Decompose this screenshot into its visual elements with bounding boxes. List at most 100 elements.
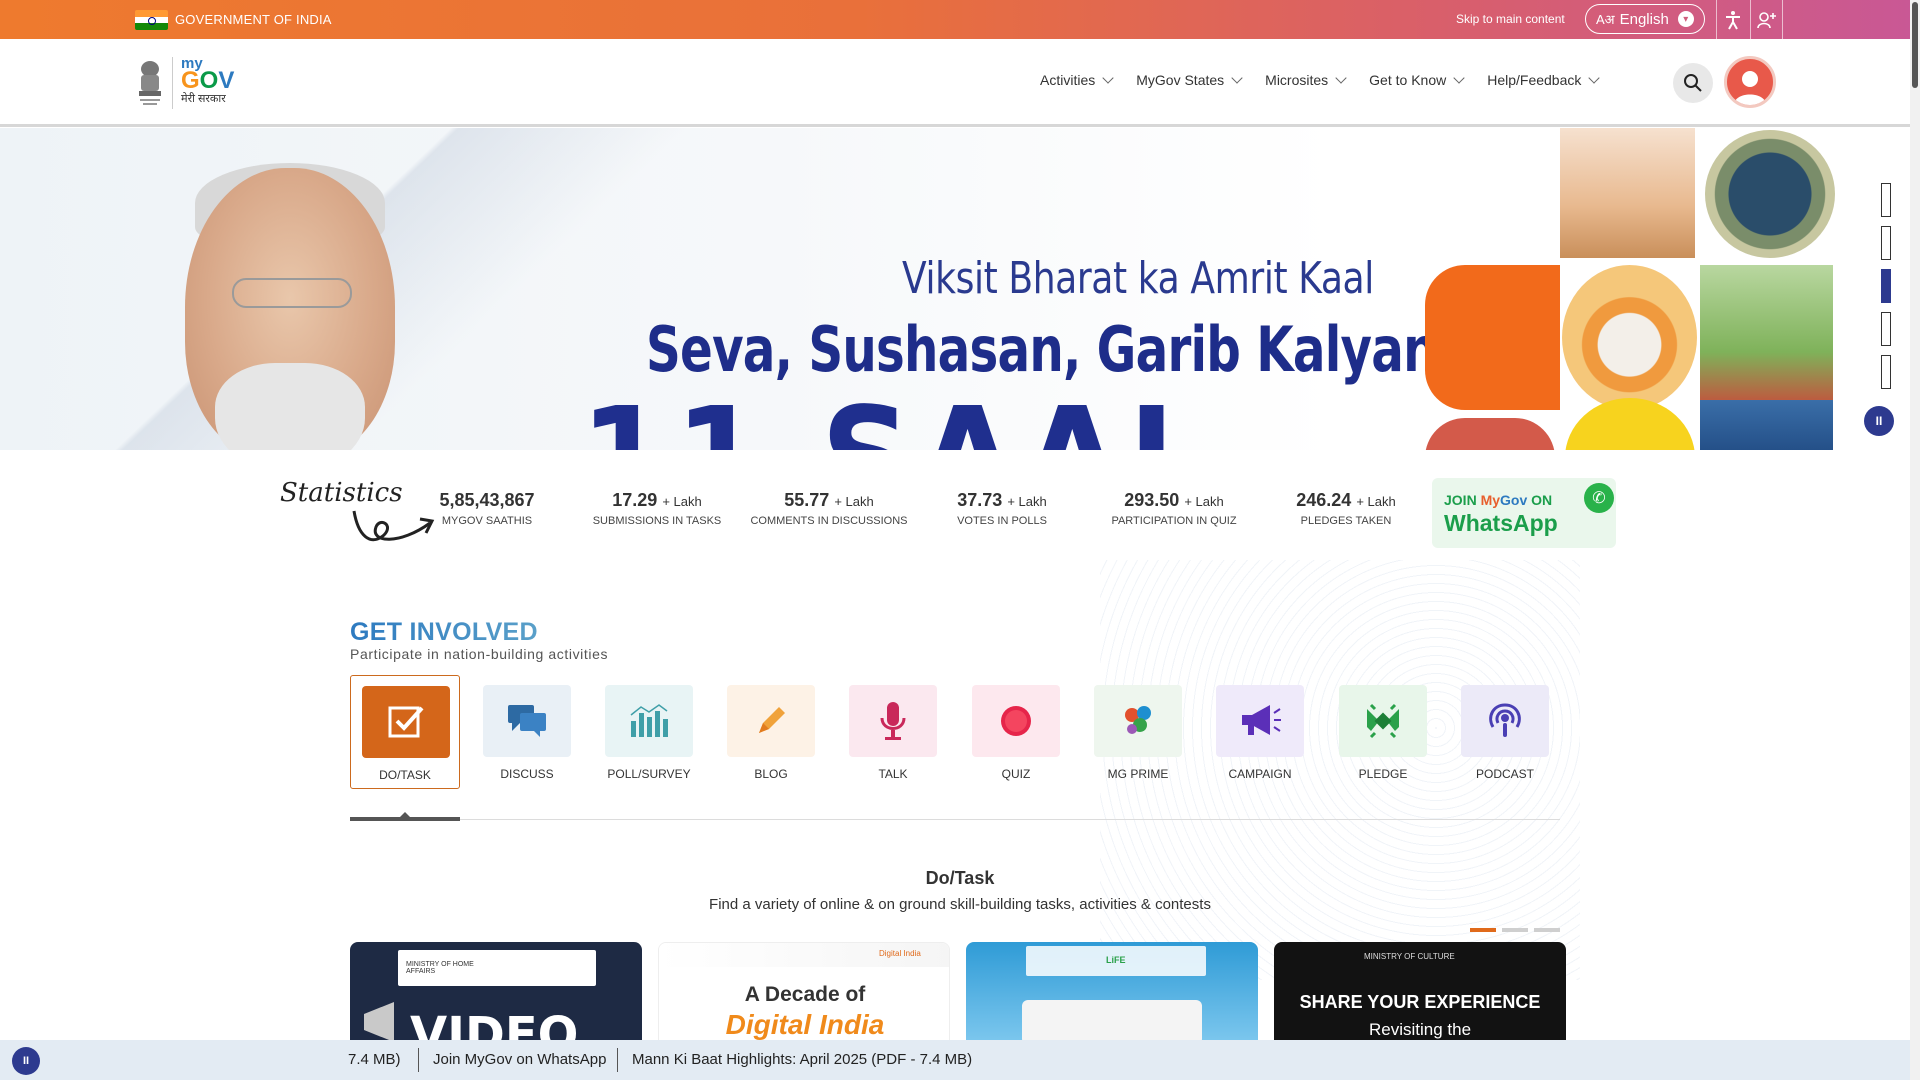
- hero-tile-train: [1562, 265, 1697, 410]
- ticker-separator: [418, 1048, 419, 1072]
- poll-bars-icon: [605, 685, 693, 757]
- language-value: English: [1619, 10, 1669, 28]
- chevron-down-icon: [1453, 72, 1465, 84]
- task-card-share-experience[interactable]: MINISTRY OF CULTURE SHARE YOUR EXPERIENC…: [1274, 942, 1566, 1042]
- get-involved-subtitle: Participate in nation-building activitie…: [350, 646, 609, 662]
- task-card-video[interactable]: MINISTRY OF HOME AFFAIRS VIDEO: [350, 942, 642, 1042]
- india-flag-icon: [135, 10, 168, 30]
- task-card-digital-india[interactable]: Digital India A Decade of Digital India: [658, 942, 950, 1042]
- card-org-label: MINISTRY OF HOME AFFAIRS: [406, 961, 474, 975]
- tab-divider: [350, 819, 1560, 820]
- category-podcast[interactable]: PODCAST: [1450, 675, 1560, 789]
- ticker-pause-button[interactable]: II: [12, 1047, 40, 1075]
- task-card-life[interactable]: LiFE: [966, 942, 1258, 1042]
- podcast-icon: [1461, 685, 1549, 757]
- whatsapp-join-text: JOIN MyGov ON: [1444, 492, 1553, 508]
- category-discuss[interactable]: DISCUSS: [472, 675, 582, 789]
- join-whatsapp-banner[interactable]: JOIN MyGov ON WhatsApp ✆: [1432, 478, 1616, 548]
- whatsapp-label: WhatsApp: [1444, 510, 1558, 536]
- hero-tile-yellow: [1565, 398, 1695, 450]
- search-button[interactable]: [1673, 63, 1713, 103]
- skip-to-main-content-link[interactable]: Skip to main content: [1456, 12, 1565, 26]
- sign-up-button[interactable]: [1750, 0, 1783, 39]
- accessibility-button[interactable]: [1716, 0, 1749, 39]
- hero-tile-people: [1700, 400, 1833, 450]
- national-emblem-logo[interactable]: [135, 59, 165, 109]
- mygov-logo[interactable]: my GOV मेरी सरकार: [172, 56, 242, 109]
- quiz-bulb-icon: [972, 685, 1060, 757]
- category-pledge[interactable]: PLEDGE: [1328, 675, 1438, 789]
- megaphone-icon: [364, 1002, 394, 1042]
- hero-banner[interactable]: Viksit Bharat ka Amrit Kaal Seva, Sushas…: [0, 128, 1910, 450]
- stat-submissions: 17.29 + Lakh SUBMISSIONS IN TASKS: [592, 490, 722, 527]
- card-headline: VIDEO: [410, 1007, 579, 1042]
- nav-microsites[interactable]: Microsites: [1265, 72, 1347, 88]
- chevron-down-icon: [1102, 72, 1114, 84]
- mg-prime-icon: [1094, 685, 1182, 757]
- news-ticker: II 7.4 MB) Join MyGov on WhatsApp Mann K…: [0, 1040, 1910, 1080]
- selected-tab-indicator: [350, 812, 460, 821]
- hero-tile-chip: [1705, 130, 1835, 258]
- user-avatar-button[interactable]: [1724, 56, 1776, 108]
- statistics-title: Statistics: [280, 478, 403, 508]
- get-involved-title: GET INVOLVED: [350, 618, 538, 646]
- slide-indicator-2[interactable]: [1881, 226, 1891, 260]
- megaphone-icon: [1216, 685, 1304, 757]
- card-headline-a: A Decade of: [744, 983, 866, 1006]
- hero-headline-1: Viksit Bharat ka Amrit Kaal: [902, 253, 1374, 304]
- microphone-icon: [849, 685, 937, 757]
- category-poll-survey[interactable]: POLL/SURVEY: [594, 675, 704, 789]
- category-quiz[interactable]: QUIZ: [961, 675, 1071, 789]
- card-headline-a: SHARE YOUR EXPERIENCE: [1299, 992, 1541, 1012]
- nav-help-feedback[interactable]: Help/Feedback: [1487, 72, 1601, 88]
- logo-gov-text: GOV: [181, 67, 235, 94]
- hero-pause-button[interactable]: II: [1864, 406, 1894, 436]
- carousel-dot-1[interactable]: [1470, 928, 1496, 932]
- nav-get-to-know[interactable]: Get to Know: [1369, 72, 1465, 88]
- slide-indicator-3[interactable]: [1881, 269, 1891, 303]
- nav-activities[interactable]: Activities: [1040, 72, 1114, 88]
- user-icon: [1734, 71, 1766, 105]
- task-check-icon: [362, 686, 450, 758]
- add-user-icon: [1756, 11, 1776, 28]
- scrollbar-thumb[interactable]: [1912, 2, 1918, 88]
- hero-tile-temple: [1560, 128, 1695, 258]
- main-navigation: Activities MyGov States Microsites Get t…: [1040, 72, 1601, 88]
- language-selector[interactable]: Aअ English ▾: [1585, 4, 1705, 34]
- stat-pledges: 246.24 + Lakh PLEDGES TAKEN: [1296, 490, 1396, 527]
- pencil-icon: [727, 685, 815, 757]
- government-bar: GOVERNMENT OF INDIA Skip to main content…: [0, 0, 1910, 39]
- slide-indicator-1[interactable]: [1881, 183, 1891, 217]
- accessibility-icon: [1726, 10, 1740, 29]
- carousel-dot-2[interactable]: [1502, 928, 1528, 932]
- category-mg-prime[interactable]: MG PRIME: [1083, 675, 1193, 789]
- page-scrollbar[interactable]: [1910, 0, 1920, 1080]
- site-header: my GOV मेरी सरकार Activities MyGov State…: [0, 39, 1910, 127]
- slide-indicator-4[interactable]: [1881, 312, 1891, 346]
- hero-tile-women: [1425, 418, 1555, 450]
- carousel-dot-3[interactable]: [1534, 928, 1560, 932]
- dotask-title: Do/Task: [925, 868, 995, 888]
- category-blog[interactable]: BLOG: [716, 675, 826, 789]
- ticker-separator: [617, 1048, 618, 1072]
- card-headline-b: Revisiting the: [1368, 1020, 1472, 1039]
- government-of-india-label: GOVERNMENT OF INDIA: [175, 12, 332, 27]
- card-org-label: MINISTRY OF CULTURE: [1364, 952, 1455, 961]
- chevron-down-icon: [1588, 72, 1601, 84]
- stat-votes: 37.73 + Lakh VOTES IN POLLS: [957, 490, 1047, 527]
- category-talk[interactable]: TALK: [838, 675, 948, 789]
- card-logo-strip: LiFE: [1026, 946, 1206, 976]
- search-icon: [1684, 74, 1702, 92]
- hero-tile-orange: [1425, 265, 1560, 410]
- category-campaign[interactable]: CAMPAIGN: [1205, 675, 1315, 789]
- stat-mygov-saathis: 5,85,43,867 MYGOV SAATHIS: [439, 490, 535, 527]
- translate-icon: Aअ: [1596, 12, 1615, 27]
- chevron-down-icon: [1231, 72, 1243, 84]
- ticker-item[interactable]: Join MyGov on WhatsApp: [433, 1051, 606, 1068]
- air-conditioner-image: [1022, 1000, 1202, 1042]
- slide-indicator-5[interactable]: [1881, 355, 1891, 389]
- ticker-item[interactable]: 7.4 MB): [348, 1051, 401, 1068]
- category-do-task[interactable]: DO/TASK: [350, 675, 460, 789]
- nav-mygov-states[interactable]: MyGov States: [1136, 72, 1243, 88]
- ticker-item[interactable]: Mann Ki Baat Highlights: April 2025 (PDF…: [632, 1051, 972, 1068]
